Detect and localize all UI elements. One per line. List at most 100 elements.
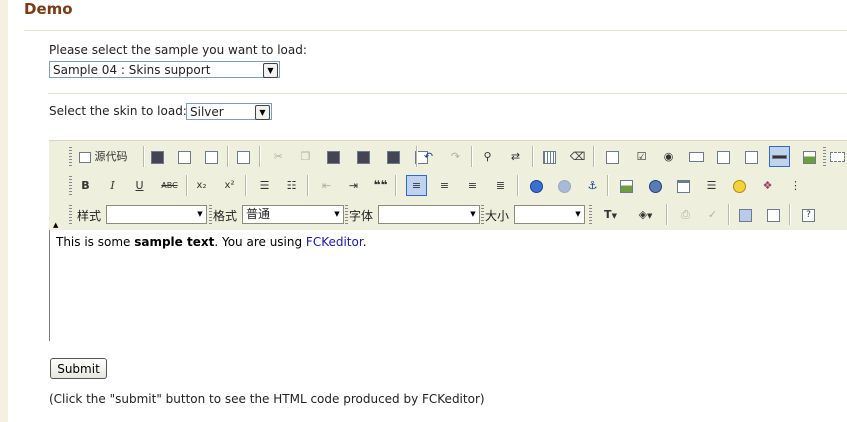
editor-content-area[interactable]: This is some sample text. You are using …	[49, 230, 847, 341]
toolbar-grip	[481, 205, 484, 224]
spellcheck-icon: ✓	[707, 208, 718, 221]
blockquote-button[interactable]: ❝❝	[370, 175, 391, 196]
form-button[interactable]	[602, 146, 623, 167]
strikethrough-button[interactable]: ABC	[159, 175, 180, 196]
new-page-button[interactable]	[174, 146, 195, 167]
page-break-button[interactable]: ⋮	[785, 175, 806, 196]
fit-window-button[interactable]	[735, 204, 756, 225]
anchor-button[interactable]: ⚓	[582, 175, 603, 196]
toolbar-grip	[69, 205, 72, 224]
redo-button[interactable]: ↷	[445, 146, 466, 167]
cut-button[interactable]: ✂	[268, 146, 289, 167]
paste-icon	[327, 150, 340, 164]
button-field-button[interactable]	[769, 146, 790, 167]
font-combo-label: 字体	[349, 209, 374, 223]
align-left-icon: ≡	[411, 179, 422, 192]
source-button[interactable]: 源代码	[75, 146, 141, 167]
flash-button[interactable]	[645, 175, 666, 196]
find-button[interactable]: ⚲	[477, 146, 498, 167]
remove-format-button[interactable]: ⌫	[567, 146, 588, 167]
button-field-icon	[772, 155, 787, 159]
image-button-field-button[interactable]	[799, 146, 820, 167]
preview-icon	[205, 150, 218, 164]
link-button[interactable]	[526, 175, 547, 196]
undo-button[interactable]: ↶	[418, 146, 439, 167]
save-button[interactable]	[147, 146, 168, 167]
scissors-icon: ✂	[273, 150, 284, 163]
print-preview-button[interactable]: ⎙	[675, 204, 696, 225]
paste-button[interactable]	[323, 146, 344, 167]
submit-button[interactable]: Submit	[50, 358, 107, 379]
italic-button[interactable]: I	[102, 175, 123, 196]
style-combo-label: 样式	[77, 209, 102, 223]
toolbar-row-3: 样式 ▼ 格式 普通 ▼ 字体 ▼ 大小 ▼ T▼ ◈▼ ⎙ ✓ ?	[49, 201, 847, 228]
text-color-icon: T	[604, 208, 612, 221]
sample-select[interactable]: Sample 04 : Skins support ▼	[49, 61, 280, 78]
hidden-field-button[interactable]	[827, 146, 847, 167]
paste-text-button[interactable]	[353, 146, 374, 167]
superscript-button[interactable]: x²	[219, 175, 240, 196]
templates-button[interactable]	[233, 146, 254, 167]
size-combo[interactable]: ▼	[514, 205, 585, 224]
preview-button[interactable]	[201, 146, 222, 167]
binoculars-icon: ⚲	[483, 150, 492, 163]
skin-select-label: Select the skin to load:	[49, 104, 187, 118]
smiley-button[interactable]	[729, 175, 750, 196]
unlink-button[interactable]	[554, 175, 575, 196]
outdent-button[interactable]: ⇤	[316, 175, 337, 196]
horizontal-rule-button[interactable]: ☰	[701, 175, 722, 196]
underline-button[interactable]: U	[129, 175, 150, 196]
text-field-button[interactable]	[686, 146, 707, 167]
select-all-button[interactable]	[539, 146, 560, 167]
eraser-icon: ⌫	[569, 150, 586, 163]
show-blocks-button[interactable]	[763, 204, 784, 225]
numbered-list-button[interactable]: ☰	[254, 175, 275, 196]
help-icon: ?	[802, 208, 815, 222]
printer-icon: ⎙	[681, 208, 690, 221]
bulleted-list-button[interactable]: ☷	[281, 175, 302, 196]
background-color-button[interactable]: ◈▼	[629, 204, 662, 225]
align-right-button[interactable]: ≡	[462, 175, 483, 196]
bold-button[interactable]: B	[75, 175, 96, 196]
collapse-toolbar-icon[interactable]: ▲	[53, 221, 58, 229]
indent-button[interactable]: ⇥	[343, 175, 364, 196]
select-all-icon	[543, 150, 556, 164]
save-icon	[151, 150, 164, 164]
textarea-button[interactable]	[713, 146, 734, 167]
checkbox-icon: ☑	[636, 150, 647, 163]
toolbar-row-2: B I U ABC x₂ x² ☰ ☷ ⇤ ⇥ ❝❝ ≡ ≡ ≡ ≣ ⚓ ☰ ❖…	[49, 172, 847, 199]
font-combo[interactable]: ▼	[378, 205, 480, 224]
page-break-icon: ⋮	[790, 179, 801, 192]
editor-text-link[interactable]: FCKeditor	[306, 235, 363, 249]
skin-select-value: Silver	[190, 105, 224, 119]
toolbar-separator	[593, 146, 595, 167]
replace-button[interactable]: ⇄	[505, 146, 526, 167]
paste-word-button[interactable]	[383, 146, 404, 167]
size-combo-label: 大小	[485, 209, 510, 223]
flash-icon	[649, 179, 662, 193]
align-left-button[interactable]: ≡	[406, 175, 427, 196]
subscript-button[interactable]: x₂	[191, 175, 212, 196]
style-combo[interactable]: ▼	[106, 205, 207, 224]
checkbox-button[interactable]: ☑	[631, 146, 652, 167]
table-button[interactable]	[673, 175, 694, 196]
copy-button[interactable]: ❐	[295, 146, 316, 167]
align-center-button[interactable]: ≡	[434, 175, 455, 196]
toolbar-separator	[186, 175, 188, 196]
special-char-button[interactable]: ❖	[757, 175, 778, 196]
skin-select[interactable]: Silver ▼	[186, 103, 272, 120]
anchor-icon: ⚓	[587, 179, 598, 192]
text-color-button[interactable]: T▼	[594, 204, 627, 225]
smiley-icon	[733, 179, 746, 193]
about-button[interactable]: ?	[798, 204, 819, 225]
toolbar-separator	[728, 204, 730, 225]
toolbar-separator	[607, 175, 609, 196]
spellcheck-button[interactable]: ✓	[702, 204, 723, 225]
format-combo[interactable]: 普通 ▼	[242, 205, 344, 224]
radio-button[interactable]: ◉	[658, 146, 679, 167]
image-button[interactable]	[616, 175, 637, 196]
templates-icon	[237, 150, 250, 164]
justify-button[interactable]: ≣	[490, 175, 511, 196]
select-field-button[interactable]	[741, 146, 762, 167]
toolbar-separator	[789, 204, 791, 225]
